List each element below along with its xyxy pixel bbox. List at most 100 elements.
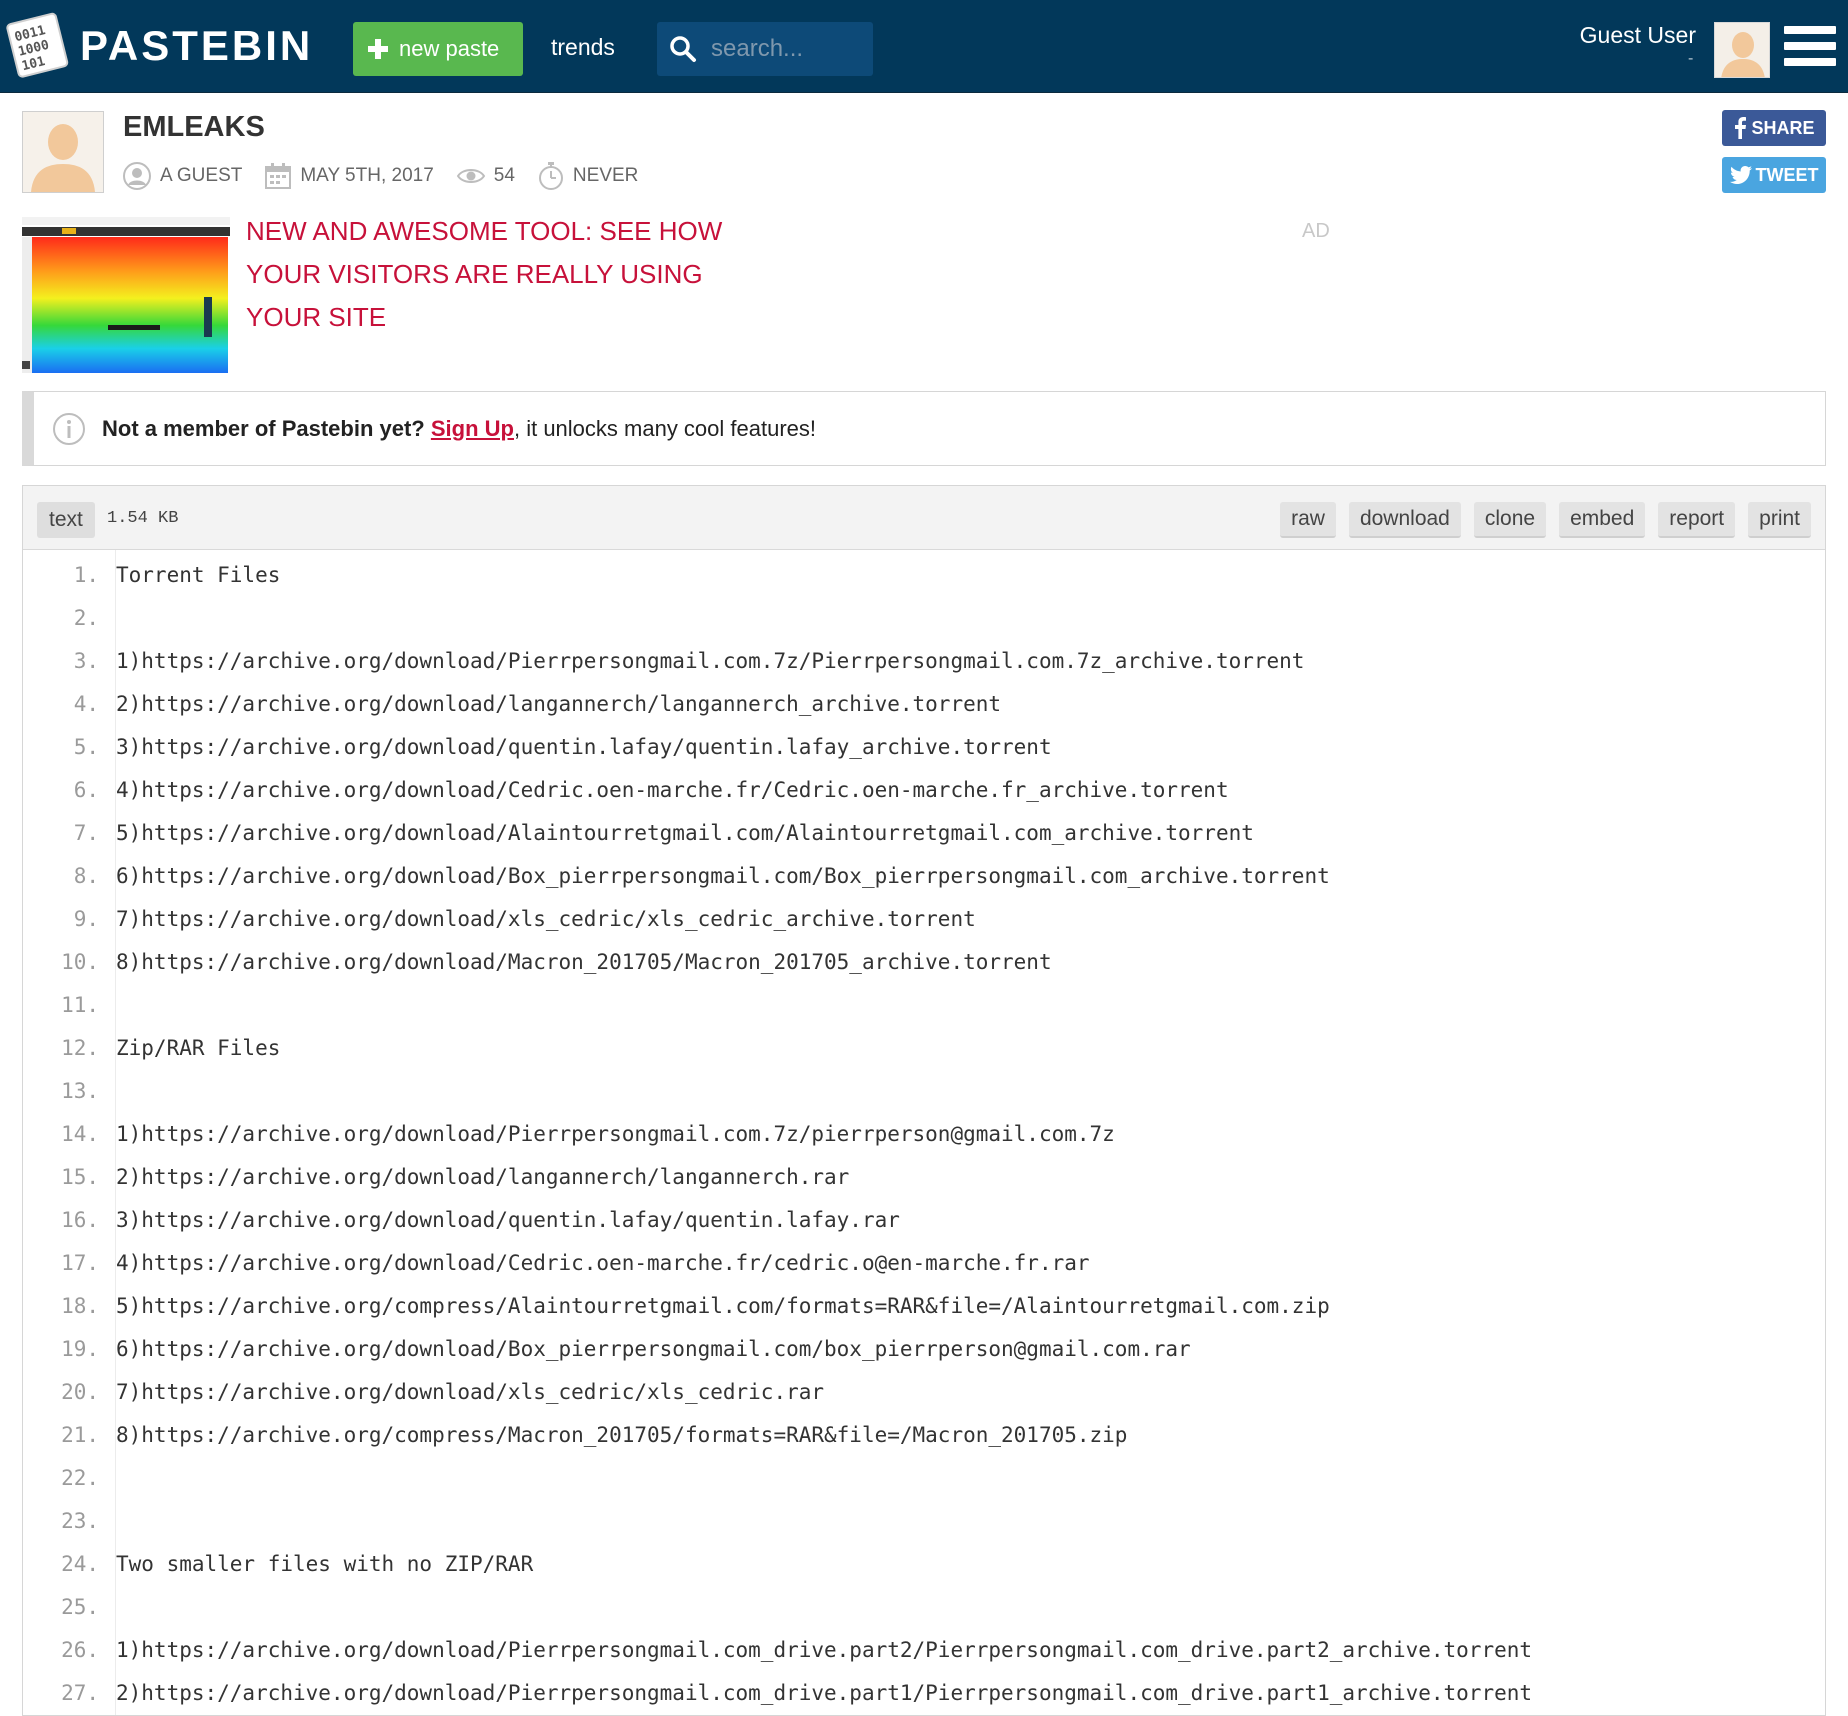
line-content: 5)https://archive.org/download/Alaintour… <box>116 821 1254 845</box>
ad-line-2[interactable]: YOUR VISITORS ARE REALLY USING <box>246 253 746 296</box>
code-line: 19. 6)https://archive.org/download/Box_pi… <box>23 1328 1825 1371</box>
ad-headline[interactable]: NEW AND AWESOME TOOL: SEE HOW YOUR VISIT… <box>246 210 746 339</box>
line-number: 7. <box>73 821 99 845</box>
code-line: 13. <box>23 1070 1825 1113</box>
print-button[interactable]: print <box>1748 502 1811 538</box>
hamburger-menu-icon[interactable] <box>1784 26 1836 74</box>
line-number: 6. <box>73 778 99 802</box>
line-number: 15. <box>61 1165 99 1189</box>
signup-link[interactable]: Sign Up <box>431 416 514 441</box>
line-number: 23. <box>61 1509 99 1533</box>
eye-icon <box>456 169 485 183</box>
stopwatch-icon <box>538 162 563 190</box>
code-line: 5. 3)https://archive.org/download/quentin… <box>23 726 1825 769</box>
code-line: 12. Zip/RAR Files <box>23 1027 1825 1070</box>
guest-user-sub: - <box>1688 50 1694 67</box>
trends-link[interactable]: trends <box>551 30 615 64</box>
user-circle-icon <box>123 162 151 190</box>
search-box[interactable] <box>657 22 873 76</box>
code-line: 22. <box>23 1457 1825 1500</box>
clone-button[interactable]: clone <box>1473 502 1547 538</box>
guest-user-name[interactable]: Guest User <box>1560 20 1696 50</box>
paste-views: 54 <box>493 165 515 186</box>
code-line: 15. 2)https://archive.org/download/langan… <box>23 1156 1825 1199</box>
line-number: 5. <box>73 735 99 759</box>
line-content: 5)https://archive.org/compress/Alaintour… <box>116 1294 1330 1318</box>
line-number: 17. <box>61 1251 99 1275</box>
line-number: 8. <box>73 864 99 888</box>
line-content: 2)https://archive.org/download/Pierrpers… <box>116 1681 1533 1705</box>
ad-line-1[interactable]: NEW AND AWESOME TOOL: SEE HOW <box>246 210 746 253</box>
paste-actions: raw download clone embed report print <box>1267 502 1811 538</box>
line-content: Two smaller files with no ZIP/RAR <box>116 1552 534 1576</box>
line-number: 12. <box>61 1036 99 1060</box>
line-content: Zip/RAR Files <box>116 1036 281 1060</box>
facebook-share-button[interactable]: SHARE <box>1722 110 1826 146</box>
download-button[interactable]: download <box>1348 502 1461 538</box>
line-content: 7)https://archive.org/download/xls_cedri… <box>116 1380 825 1404</box>
code-line: 7. 5)https://archive.org/download/Alainto… <box>23 812 1825 855</box>
signup-notice: Not a member of Pastebin yet? Sign Up, i… <box>22 391 1826 466</box>
report-button[interactable]: report <box>1658 502 1736 538</box>
code-line: 26. 1)https://archive.org/download/Pierrp… <box>23 1629 1825 1672</box>
paste-expiration: NEVER <box>572 165 639 186</box>
line-content: 2)https://archive.org/download/langanner… <box>116 1165 850 1189</box>
code-line: 16. 3)https://archive.org/download/quenti… <box>23 1199 1825 1242</box>
line-number: 22. <box>61 1466 99 1490</box>
line-number: 27. <box>61 1681 99 1705</box>
line-number: 3. <box>73 649 99 673</box>
line-content: 7)https://archive.org/download/xls_cedri… <box>116 907 976 931</box>
line-number: 19. <box>61 1337 99 1361</box>
line-number: 21. <box>61 1423 99 1447</box>
calendar-icon <box>265 163 292 189</box>
code-line: 20. 7)https://archive.org/download/xls_ce… <box>23 1371 1825 1414</box>
line-content: 2)https://archive.org/download/langanner… <box>116 692 1002 716</box>
syntax-badge[interactable]: text <box>37 502 95 538</box>
author-name[interactable]: A GUEST <box>160 165 242 187</box>
code-line: 14. 1)https://archive.org/download/Pierrp… <box>23 1113 1825 1156</box>
date-meta: MAY 5TH, 2017 <box>264 162 434 190</box>
logo-text[interactable]: PASTEBIN <box>80 22 313 70</box>
line-number: 14. <box>61 1122 99 1146</box>
twitter-tweet-button[interactable]: TWEET <box>1722 157 1826 193</box>
line-number: 26. <box>61 1638 99 1662</box>
code-line: 24. Two smaller files with no ZIP/RAR <box>23 1543 1825 1586</box>
pastebin-logo-icon[interactable]: 0011 1000 101 <box>6 8 70 80</box>
line-content: 6)https://archive.org/download/Box_pierr… <box>116 1337 1191 1361</box>
code-line: 9. 7)https://archive.org/download/xls_ced… <box>23 898 1825 941</box>
paste-code-frame: text 1.54 KB raw download clone embed re… <box>22 485 1826 1716</box>
new-paste-label: new paste <box>399 36 500 61</box>
notice-rest: , it unlocks many cool features! <box>513 415 817 441</box>
code-line: 4. 2)https://archive.org/download/langann… <box>23 683 1825 726</box>
line-content: 1)https://archive.org/download/Pierrpers… <box>116 1638 1533 1662</box>
line-number: 18. <box>61 1294 99 1318</box>
guest-avatar[interactable] <box>1714 22 1770 78</box>
plus-icon <box>368 39 388 59</box>
line-number: 16. <box>61 1208 99 1232</box>
raw-button[interactable]: raw <box>1280 502 1336 538</box>
top-navbar: 0011 1000 101 PASTEBIN new paste trends … <box>0 0 1848 93</box>
line-number: 25. <box>61 1595 99 1619</box>
line-content: 6)https://archive.org/download/Box_pierr… <box>116 864 1330 888</box>
embed-button[interactable]: embed <box>1559 502 1646 538</box>
code-line: 8. 6)https://archive.org/download/Box_pie… <box>23 855 1825 898</box>
notice-question: Not a member of Pastebin yet? <box>102 415 425 441</box>
line-number: 13. <box>61 1079 99 1103</box>
search-input[interactable] <box>709 34 863 64</box>
views-meta: 54 <box>456 165 515 187</box>
paste-title: EMLEAKS <box>123 111 265 143</box>
search-icon[interactable] <box>669 35 697 63</box>
ad-heatmap-image[interactable] <box>22 213 230 373</box>
line-content: 4)https://archive.org/download/Cedric.oe… <box>116 1251 1090 1275</box>
code-line: 11. <box>23 984 1825 1027</box>
ad-line-3[interactable]: YOUR SITE <box>246 296 746 339</box>
paste-date: MAY 5TH, 2017 <box>300 165 434 186</box>
line-number: 2. <box>73 606 99 630</box>
twitter-bird-icon <box>1729 166 1752 184</box>
new-paste-button[interactable]: new paste <box>353 22 523 76</box>
paste-size: 1.54 KB <box>107 509 179 528</box>
line-number: 11. <box>61 993 99 1017</box>
facebook-icon <box>1735 117 1747 139</box>
line-number: 1. <box>73 563 99 587</box>
code-line: 17. 4)https://archive.org/download/Cedric… <box>23 1242 1825 1285</box>
